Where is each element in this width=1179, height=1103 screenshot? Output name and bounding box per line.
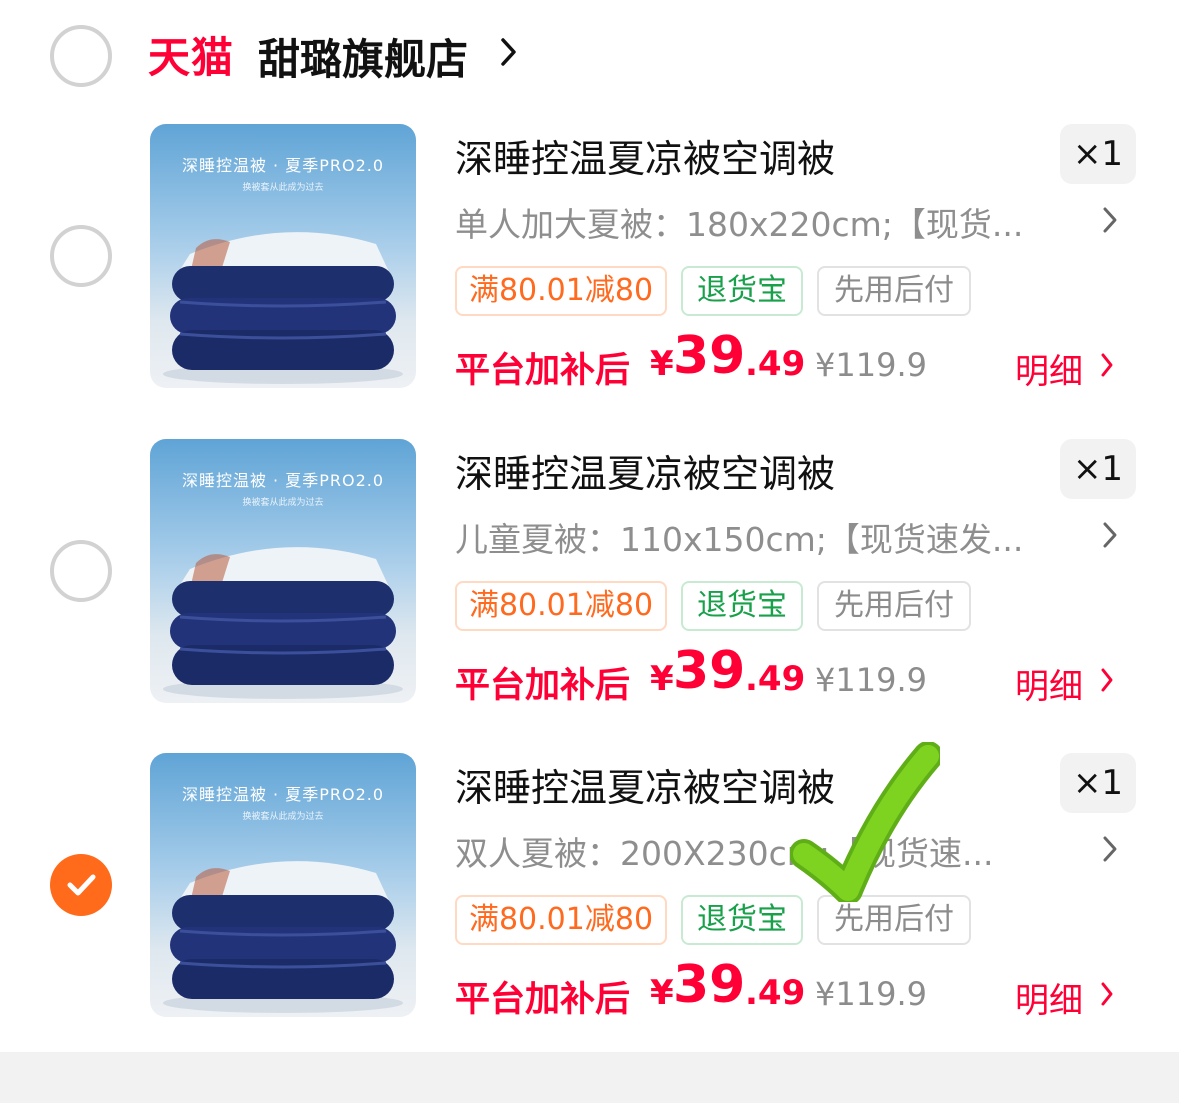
- product-image[interactable]: 深睡控温被 · 夏季PRO2.0 换被套从此成为过去: [150, 124, 416, 388]
- price-row: 平台加补后 ¥ 39 .49 ¥119.9 明细: [455, 641, 1155, 707]
- price-detail-link[interactable]: 明细: [1015, 973, 1083, 1022]
- price-currency: ¥: [650, 973, 674, 1013]
- quantity-button[interactable]: ×1: [1060, 124, 1136, 184]
- chevron-right-icon[interactable]: [1102, 835, 1118, 863]
- chevron-right-icon[interactable]: [1102, 206, 1118, 234]
- price-integer: 39: [673, 955, 746, 1015]
- store-name-link[interactable]: 甜璐旗舰店: [258, 26, 468, 87]
- chevron-right-icon[interactable]: [1100, 667, 1114, 693]
- cart-item: 深睡控温被 · 夏季PRO2.0 换被套从此成为过去 深睡控温夏凉被空调被 ×1…: [0, 439, 1179, 739]
- price-currency: ¥: [650, 659, 674, 699]
- product-spec-selector[interactable]: 单人加大夏被：180x220cm;【现货...: [455, 198, 1085, 246]
- pay-later-tag: 先用后付: [817, 581, 971, 631]
- store-select-radio[interactable]: [50, 25, 112, 87]
- product-image-subtitle: 换被套从此成为过去: [242, 183, 324, 193]
- chevron-right-icon[interactable]: [1102, 521, 1118, 549]
- price-detail-link[interactable]: 明细: [1015, 344, 1083, 393]
- original-price: ¥119.9: [815, 975, 927, 1013]
- quantity-button[interactable]: ×1: [1060, 439, 1136, 499]
- cart-item: 深睡控温被 · 夏季PRO2.0 换被套从此成为过去 深睡控温夏凉被空调被 ×1…: [0, 753, 1179, 1053]
- folded-quilt-graphic: [163, 861, 403, 1013]
- chevron-right-icon[interactable]: [1100, 981, 1114, 1007]
- product-image[interactable]: 深睡控温被 · 夏季PRO2.0 换被套从此成为过去: [150, 439, 416, 703]
- tmall-logo: 天猫: [148, 33, 235, 82]
- product-image-title: 深睡控温被 · 夏季PRO2.0: [181, 156, 385, 175]
- promo-tag: 满80.01减80: [455, 581, 667, 631]
- product-title[interactable]: 深睡控温夏凉被空调被: [455, 128, 835, 183]
- chevron-right-icon[interactable]: [500, 36, 518, 68]
- quantity-button[interactable]: ×1: [1060, 753, 1136, 813]
- product-image-subtitle: 换被套从此成为过去: [242, 812, 324, 822]
- item-select-radio[interactable]: [50, 225, 112, 287]
- price-currency: ¥: [650, 344, 674, 384]
- chevron-right-icon[interactable]: [1100, 352, 1114, 378]
- pay-later-tag: 先用后付: [817, 266, 971, 316]
- item-select-radio-checked[interactable]: [50, 854, 112, 916]
- green-checkmark-annotation: [790, 742, 940, 902]
- product-image[interactable]: 深睡控温被 · 夏季PRO2.0 换被套从此成为过去: [150, 753, 416, 1017]
- store-header: 天猫 甜璐旗舰店: [0, 0, 1179, 110]
- product-image-subtitle: 换被套从此成为过去: [242, 498, 324, 508]
- product-spec-selector[interactable]: 双人夏被：200X230cm;【现货速...: [455, 827, 1085, 875]
- bottom-divider-bar: [0, 1052, 1179, 1103]
- checkmark-icon: [67, 874, 96, 896]
- price-row: 平台加补后 ¥ 39 .49 ¥119.9 明细: [455, 326, 1155, 392]
- promo-tag: 满80.01减80: [455, 895, 667, 945]
- price-decimal: .49: [745, 344, 806, 384]
- item-select-radio[interactable]: [50, 540, 112, 602]
- cart-item: 深睡控温被 · 夏季PRO2.0 换被套从此成为过去 深睡控温夏凉被空调被 ×1…: [0, 124, 1179, 424]
- returns-tag: 退货宝: [681, 581, 803, 631]
- folded-quilt-graphic: [163, 232, 403, 384]
- original-price: ¥119.9: [815, 661, 927, 699]
- price-integer: 39: [673, 641, 746, 701]
- product-image-title: 深睡控温被 · 夏季PRO2.0: [181, 785, 385, 804]
- original-price: ¥119.9: [815, 346, 927, 384]
- pay-later-tag: 先用后付: [817, 895, 971, 945]
- price-integer: 39: [673, 326, 746, 386]
- price-detail-link[interactable]: 明细: [1015, 659, 1083, 708]
- product-spec-selector[interactable]: 儿童夏被：110x150cm;【现货速发...: [455, 513, 1085, 561]
- price-decimal: .49: [745, 973, 806, 1013]
- returns-tag: 退货宝: [681, 266, 803, 316]
- price-label: 平台加补后: [455, 351, 631, 391]
- price-label: 平台加补后: [455, 666, 631, 706]
- promo-tag: 满80.01减80: [455, 266, 667, 316]
- price-label: 平台加补后: [455, 980, 631, 1020]
- price-decimal: .49: [745, 659, 806, 699]
- product-title[interactable]: 深睡控温夏凉被空调被: [455, 443, 835, 498]
- returns-tag: 退货宝: [681, 895, 803, 945]
- price-row: 平台加补后 ¥ 39 .49 ¥119.9 明细: [455, 955, 1155, 1021]
- product-image-title: 深睡控温被 · 夏季PRO2.0: [181, 471, 385, 490]
- folded-quilt-graphic: [163, 547, 403, 699]
- product-title[interactable]: 深睡控温夏凉被空调被: [455, 757, 835, 812]
